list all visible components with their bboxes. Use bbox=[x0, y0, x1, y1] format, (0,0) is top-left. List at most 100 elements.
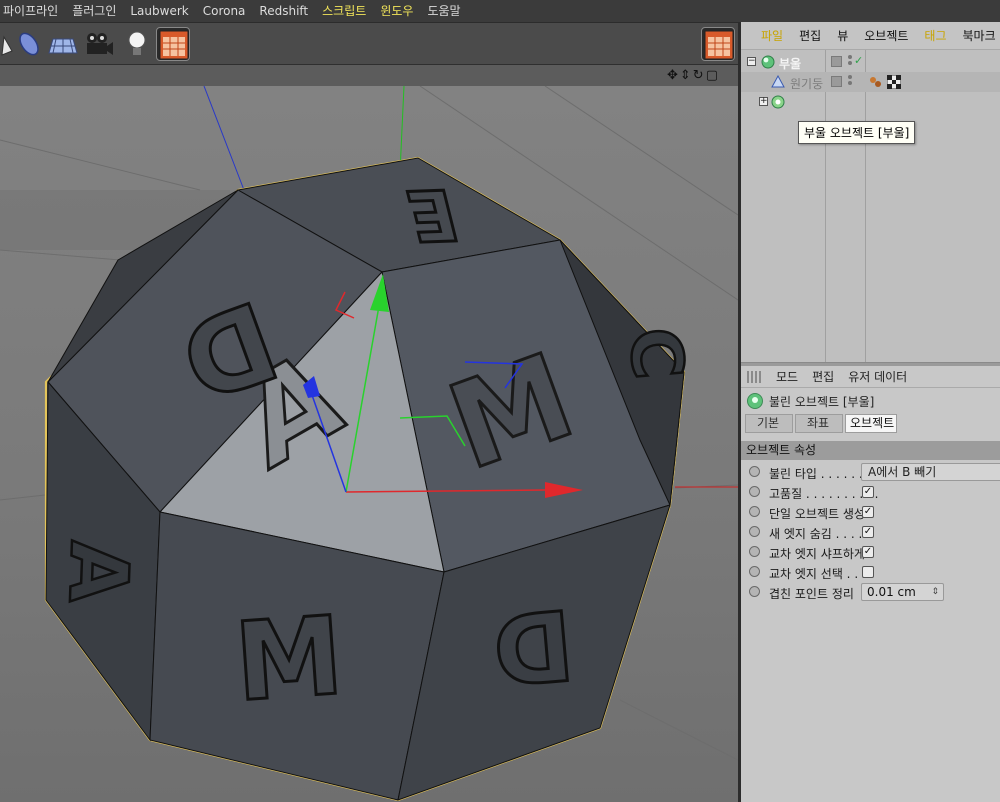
hide-new-edges-checkbox[interactable]: ✓ bbox=[862, 526, 874, 538]
boole-type-dropdown[interactable]: A에서 B 빼기 bbox=[861, 463, 1000, 481]
material-tag-icon[interactable] bbox=[887, 75, 901, 89]
property-boole-type: 불린 타입 . . . . . . . A에서 B 빼기 bbox=[741, 462, 1000, 482]
keyframe-radio[interactable] bbox=[749, 526, 760, 537]
object-manager-tabs: 파일 편집 뷰 오브젝트 태그 북마크 bbox=[741, 22, 1000, 50]
menu-redshift[interactable]: Redshift bbox=[252, 0, 315, 22]
world-z-axis bbox=[203, 86, 245, 191]
property-select-intersection: 교차 엣지 선택 . . . bbox=[741, 562, 1000, 582]
cylinder-icon bbox=[771, 75, 785, 88]
boole-icon bbox=[747, 393, 763, 409]
property-label: 불린 타입 . . . . . . . bbox=[769, 467, 871, 481]
camera-tool-icon[interactable] bbox=[82, 27, 116, 61]
boole-icon bbox=[761, 55, 775, 69]
light-tool-icon[interactable] bbox=[120, 27, 154, 61]
attribute-object-header: 불린 오브젝트 [부울] bbox=[741, 388, 1000, 414]
render-settings-icon[interactable] bbox=[156, 27, 190, 61]
property-label: 단일 오브젝트 생성 bbox=[769, 507, 865, 521]
attribute-modes: 모드 편집 유저 데이터 bbox=[741, 366, 1000, 388]
menu-plugins[interactable]: 플러그인 bbox=[65, 0, 123, 22]
layer-visibility-swatch[interactable] bbox=[831, 56, 842, 67]
property-list: 불린 타입 . . . . . . . A에서 B 빼기 고품질 . . . .… bbox=[741, 462, 1000, 602]
menu-help[interactable]: 도움말 bbox=[420, 0, 467, 22]
property-label: 교차 엣지 선택 . . . bbox=[769, 567, 866, 581]
object-manager: − 부울 ✓ 원기둥 + 부울 오브젝트 [부울] bbox=[741, 50, 1000, 362]
tooltip: 부울 오브젝트 [부울] bbox=[798, 121, 916, 144]
capsule-tool-icon[interactable] bbox=[12, 27, 46, 61]
optimize-points-input[interactable]: 0.01 cm ⇕ bbox=[861, 583, 944, 601]
property-optimize-points: 겹친 포인트 정리 0.01 cm ⇕ bbox=[741, 582, 1000, 602]
keyframe-radio[interactable] bbox=[749, 586, 760, 597]
viewport-nav-icons[interactable]: ✥⇕↻▢ bbox=[667, 68, 720, 83]
menu-corona[interactable]: Corona bbox=[196, 0, 253, 22]
visibility-dots[interactable] bbox=[848, 55, 853, 67]
letter-c-right: C bbox=[613, 324, 699, 382]
section-header: 오브젝트 속성 bbox=[741, 441, 1000, 460]
toggle-view-icon[interactable]: ▢ bbox=[706, 68, 720, 83]
menu-script[interactable]: 스크립트 bbox=[315, 0, 373, 22]
user-data-menu[interactable]: 유저 데이터 bbox=[841, 368, 914, 385]
layer-visibility-swatch[interactable] bbox=[831, 76, 842, 87]
viewport-header: ✥⇕↻▢ bbox=[0, 64, 738, 86]
property-high-quality: 고품질 . . . . . . . . . . ✓ bbox=[741, 482, 1000, 502]
attribute-object-title: 불린 오브젝트 [부울] bbox=[769, 394, 875, 409]
sharpen-edges-checkbox[interactable]: ✓ bbox=[862, 546, 874, 558]
tab-bookmarks[interactable]: 북마크 bbox=[955, 27, 1000, 44]
tab-edit[interactable]: 편집 bbox=[791, 27, 829, 44]
letter-d-bottom-right: D bbox=[489, 587, 578, 706]
polyhedron-mesh bbox=[44, 156, 686, 802]
keyframe-radio[interactable] bbox=[749, 566, 760, 577]
attribute-tabs: 기본 좌표 오브젝트 bbox=[741, 414, 1000, 436]
right-panel: 파일 편집 뷰 오브젝트 태그 북마크 − 부울 ✓ 원기둥 + 부울 오브젝트… bbox=[738, 22, 1000, 802]
toolbar bbox=[0, 22, 738, 64]
select-edges-checkbox[interactable] bbox=[862, 566, 874, 578]
menu-bar: 파이프라인 플러그인 Laubwerk Corona Redshift 스크립트… bbox=[0, 0, 1000, 22]
render-settings-icon-right[interactable] bbox=[701, 27, 735, 61]
tab-object-props[interactable]: 오브젝트 bbox=[845, 414, 897, 433]
keyframe-radio[interactable] bbox=[749, 506, 760, 517]
tab-view[interactable]: 뷰 bbox=[829, 27, 856, 44]
move-view-icon[interactable]: ✥ bbox=[667, 68, 680, 83]
tab-basic[interactable]: 기본 bbox=[745, 414, 793, 433]
rotate-view-icon[interactable]: ↻ bbox=[693, 68, 706, 83]
mode-menu[interactable]: 모드 bbox=[769, 368, 805, 385]
optimize-points-value: 0.01 cm bbox=[867, 585, 916, 599]
panel-grip-icon[interactable] bbox=[747, 370, 763, 383]
visibility-dots[interactable] bbox=[848, 75, 853, 87]
object-row-polyhedron[interactable]: + bbox=[741, 92, 1000, 112]
expand-icon[interactable]: + bbox=[759, 97, 768, 106]
property-create-single-object: 단일 오브젝트 생성 ✓ bbox=[741, 502, 1000, 522]
keyframe-radio[interactable] bbox=[749, 546, 760, 557]
tab-tags[interactable]: 태그 bbox=[916, 27, 954, 44]
spinner-arrows-icon[interactable]: ⇕ bbox=[931, 584, 939, 600]
high-quality-checkbox[interactable]: ✓ bbox=[862, 486, 874, 498]
single-object-checkbox[interactable]: ✓ bbox=[862, 506, 874, 518]
object-row-boole[interactable]: − 부울 ✓ bbox=[741, 52, 1000, 72]
polyhedron-icon bbox=[771, 95, 785, 109]
menu-pipeline[interactable]: 파이프라인 bbox=[0, 0, 65, 22]
menu-laubwerk[interactable]: Laubwerk bbox=[123, 0, 195, 22]
property-sharpen-intersection: 교차 엣지 샤프하게 ✓ bbox=[741, 542, 1000, 562]
tab-coord[interactable]: 좌표 bbox=[795, 414, 843, 433]
zoom-view-icon[interactable]: ⇕ bbox=[680, 68, 693, 83]
tab-file[interactable]: 파일 bbox=[753, 27, 791, 44]
attribute-manager: 모드 편집 유저 데이터 불린 오브젝트 [부울] 기본 좌표 오브젝트 오브젝… bbox=[741, 366, 1000, 772]
enabled-check-icon[interactable]: ✓ bbox=[854, 54, 863, 67]
keyframe-radio[interactable] bbox=[749, 486, 760, 497]
edit-menu[interactable]: 편집 bbox=[805, 368, 841, 385]
phong-tag-icon[interactable] bbox=[869, 75, 883, 89]
property-hide-new-edges: 새 엣지 숨김 . . . . . ✓ bbox=[741, 522, 1000, 542]
letter-a-left: A bbox=[51, 539, 146, 604]
menu-window[interactable]: 윈도우 bbox=[373, 0, 420, 22]
object-row-cylinder[interactable]: 원기둥 bbox=[741, 72, 1000, 92]
letter-m-bottom: M bbox=[231, 594, 347, 726]
object-name-cylinder[interactable]: 원기둥 bbox=[790, 75, 823, 92]
tab-object[interactable]: 오브젝트 bbox=[856, 27, 916, 44]
3d-viewport[interactable]: A M D E M D A C bbox=[0, 86, 738, 802]
floor-tool-icon[interactable] bbox=[46, 27, 80, 61]
object-name-boole[interactable]: 부울 bbox=[779, 55, 801, 72]
property-label: 새 엣지 숨김 . . . . . bbox=[769, 527, 870, 541]
collapse-icon[interactable]: − bbox=[747, 57, 756, 66]
property-label: 교차 엣지 샤프하게 bbox=[769, 547, 865, 561]
keyframe-radio[interactable] bbox=[749, 466, 760, 477]
viewport-scene: A M D E M D A C bbox=[0, 86, 738, 802]
